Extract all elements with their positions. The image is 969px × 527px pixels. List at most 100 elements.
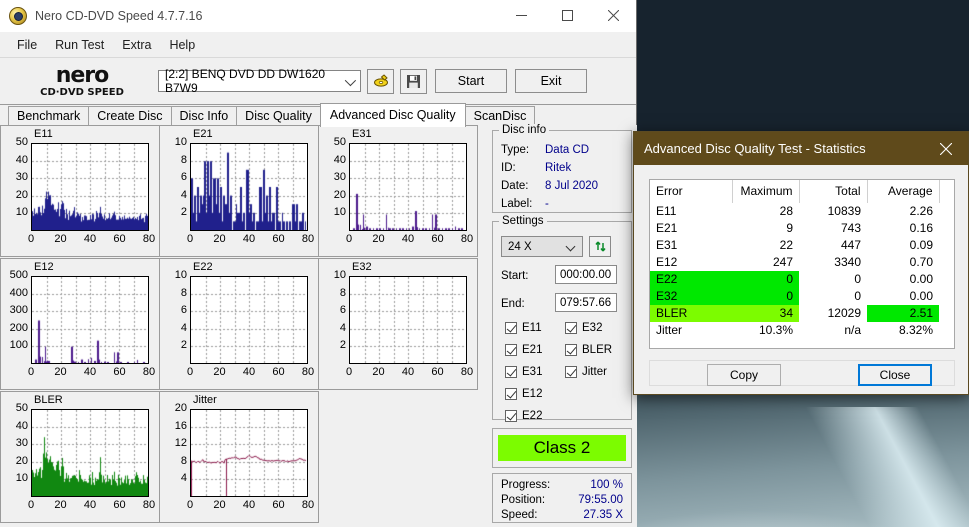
cell-maximum: 10.3% [758,323,793,337]
save-button[interactable] [400,68,427,94]
table-row[interactable]: E22 0 0 0.00 [650,271,954,288]
y-axis-tick: 4 [180,188,187,201]
menu-extra[interactable]: Extra [113,35,160,55]
checkbox-label: Jitter [582,366,607,378]
checkbox-e11[interactable]: E11 [505,322,542,334]
x-axis-tick: 80 [460,366,474,378]
chart-canvas [32,277,148,363]
eject-disc-icon [373,74,388,87]
position-value: 79:55.00 [578,494,623,506]
y-axis-tick: 20 [15,454,28,467]
chart-canvas [32,410,148,496]
close-icon[interactable] [924,132,968,165]
exit-button[interactable]: Exit [515,69,587,93]
scan-start-input[interactable]: 000:00.00 [555,265,617,284]
cell-total: n/a [844,323,861,337]
menu-help[interactable]: Help [160,35,204,55]
speed-select[interactable]: 24 X [501,236,583,257]
chart-jitter: Jitter 4 8 12 16 20 0 20 40 60 80 [159,391,319,523]
maximize-icon[interactable] [544,0,590,31]
tab-disc-info[interactable]: Disc Info [170,106,238,127]
chart-e21: E21 2 4 6 8 10 0 20 40 60 80 [159,125,319,257]
y-axis-tick: 50 [15,402,28,414]
table-row[interactable]: E32 0 0 0.00 [650,288,954,305]
disc-type-label: Type: [501,144,530,156]
checkbox-e22[interactable]: E22 [505,410,542,422]
y-axis-tick: 6 [180,304,187,317]
copy-button[interactable]: Copy [707,364,781,386]
y-axis-tick: 200 [9,321,28,334]
settings-legend: Settings [499,215,547,227]
checkbox-jitter[interactable]: Jitter [565,366,607,378]
x-axis-tick: 0 [27,233,35,245]
checkbox-e12[interactable]: E12 [505,388,542,400]
cell-average: 2.26 [909,204,933,218]
checkbox-e32[interactable]: E32 [565,322,602,334]
checkbox-label: E12 [522,388,543,400]
checkbox-bler[interactable]: BLER [565,344,612,356]
start-button[interactable]: Start [435,69,507,93]
cell-average: 0.16 [909,221,933,235]
y-axis-tick: 20 [15,188,28,201]
y-axis-tick: 8 [180,286,187,299]
disc-id-value: Ritek [545,162,572,174]
cell-total: 10839 [827,204,861,218]
cell-maximum: 0 [732,288,799,305]
x-axis-tick: 60 [272,366,285,378]
refresh-speed-button[interactable] [589,236,611,257]
tab-create-disc[interactable]: Create Disc [88,106,172,127]
chart-plot-area [349,276,467,364]
table-row[interactable]: E31 22 447 0.09 [650,237,954,254]
cell-spacer [939,254,954,271]
tab-advanced-disc-quality[interactable]: Advanced Disc Quality [319,103,466,127]
refresh-speed-icon [594,241,606,252]
checkbox-e31[interactable]: E31 [505,366,542,378]
x-axis-tick: 20 [54,366,67,378]
table-row[interactable]: Jitter 10.3% n/a 8.32% [650,322,954,339]
statistics-table: Error Maximum Total Average E11 28 10839 2.… [650,180,954,339]
checkbox-label: E11 [522,322,542,334]
cell-error: E32 [650,288,732,305]
cell-average: 0.70 [909,255,933,269]
close-button[interactable]: Close [858,364,932,386]
nero-main-window: Nero CD-DVD Speed 4.7.7.16 File Run Test… [0,0,637,527]
x-axis-tick: 40 [83,366,97,378]
cell-maximum: 0 [732,271,799,288]
eject-disc-button[interactable] [367,68,394,94]
tab-disc-quality[interactable]: Disc Quality [236,106,321,127]
tab-benchmark[interactable]: Benchmark [8,106,90,127]
menu-file[interactable]: File [8,35,46,55]
chart-canvas [191,410,307,496]
checkbox-box [565,366,577,378]
cell-error: E11 [656,204,677,218]
x-axis-tick: 0 [186,366,194,378]
progress-box: Progress: 100 % Position: 79:55.00 Speed… [492,473,632,523]
x-axis-tick: 60 [113,499,126,511]
progress-label: Progress: [501,479,551,491]
col-average: Average [867,180,940,203]
y-axis-tick: 12 [174,437,187,450]
y-axis-tick: 500 [9,269,28,281]
nero-logo-subtitle: CD·DVD SPEED [40,86,124,98]
cell-total: 447 [840,238,861,252]
table-row[interactable]: E12 247 3340 0.70 [650,254,954,271]
cell-maximum: 9 [786,221,793,235]
table-row[interactable]: E21 9 743 0.16 [650,220,954,237]
x-axis-tick: 40 [401,366,415,378]
table-row[interactable]: BLER 34 12029 2.51 [650,305,954,322]
scan-end-input[interactable]: 079:57.66 [555,293,617,312]
chart-canvas [191,144,307,230]
table-row[interactable]: E11 28 10839 2.26 [650,203,954,220]
menu-run-test[interactable]: Run Test [46,35,113,55]
chart-e32: E32 2 4 6 8 10 0 20 40 60 80 [318,258,478,390]
disc-id-label: ID: [501,162,516,174]
x-axis-tick: 0 [186,499,194,511]
chart-canvas [32,144,148,230]
drive-select[interactable]: [2:2] BENQ DVD DD DW1620 B7W9 [158,67,361,95]
cell-average: 8.32% [898,323,933,337]
chart-plot-area [31,276,149,364]
minimize-icon[interactable] [498,0,544,31]
checkbox-e21[interactable]: E21 [505,344,542,356]
close-icon[interactable] [590,0,636,31]
settings-group: Settings 24 X Start: 000:00.00 End: 079:… [492,215,632,422]
